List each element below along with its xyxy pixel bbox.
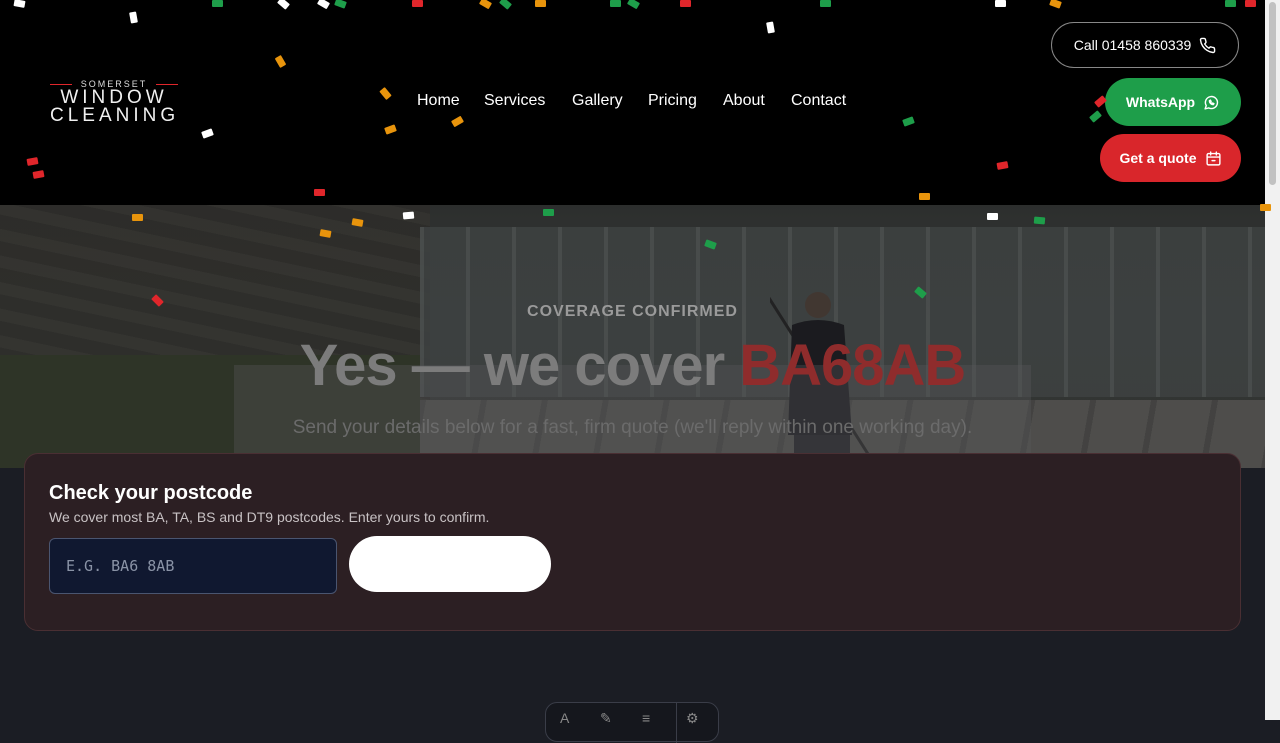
get-quote-button[interactable]: Get a quote [1100,134,1241,182]
calendar-icon [1205,150,1221,166]
coverage-headline: Yes — we cover BA68AB [0,332,1265,399]
scrollbar-thumb[interactable] [1269,2,1276,185]
headline-postcode: BA68AB [739,333,966,398]
postcode-check-card: Check your postcode We cover most BA, TA… [24,453,1241,631]
hero-section: COVERAGE CONFIRMED Yes — we cover BA68AB… [0,205,1265,468]
floating-toolbar: A ✎ ≡ ⚙ [545,702,719,743]
whatsapp-button-label: WhatsApp [1125,94,1196,110]
text-tool-icon[interactable]: A [560,710,569,726]
gear-icon[interactable]: ⚙ [686,710,699,727]
postcode-check-title: Check your postcode [49,482,253,504]
whatsapp-button[interactable]: WhatsApp [1105,78,1241,126]
nav-home[interactable]: Home [417,92,460,110]
coverage-kicker: COVERAGE CONFIRMED [527,303,738,320]
get-quote-button-label: Get a quote [1119,150,1197,166]
call-button[interactable]: Call 01458 860339 [1051,22,1239,68]
postcode-check-description: We cover most BA, TA, BS and DT9 postcod… [49,509,490,525]
nav-services[interactable]: Services [484,92,545,110]
postcode-input[interactable] [49,538,337,594]
page-scrollbar[interactable] [1265,0,1280,720]
brush-tool-icon[interactable]: ✎ [600,710,612,727]
logo[interactable]: SOMERSET WINDOW CLEANING [50,80,180,126]
headline-prefix: Yes — we cover [299,333,740,398]
nav-gallery[interactable]: Gallery [572,92,623,110]
coverage-subtext: Send your details below for a fast, firm… [292,417,973,438]
logo-bottom-text: CLEANING [50,105,180,126]
toolbar-divider [676,703,677,743]
list-tool-icon[interactable]: ≡ [642,710,650,726]
site-header: SOMERSET WINDOW CLEANING Home Services G… [0,0,1265,205]
nav-about[interactable]: About [723,92,765,110]
check-postcode-button[interactable] [349,536,551,592]
phone-icon [1200,37,1216,53]
call-button-label: Call 01458 860339 [1073,37,1192,53]
whatsapp-icon [1204,95,1219,110]
nav-pricing[interactable]: Pricing [648,92,697,110]
nav-contact[interactable]: Contact [791,92,846,110]
